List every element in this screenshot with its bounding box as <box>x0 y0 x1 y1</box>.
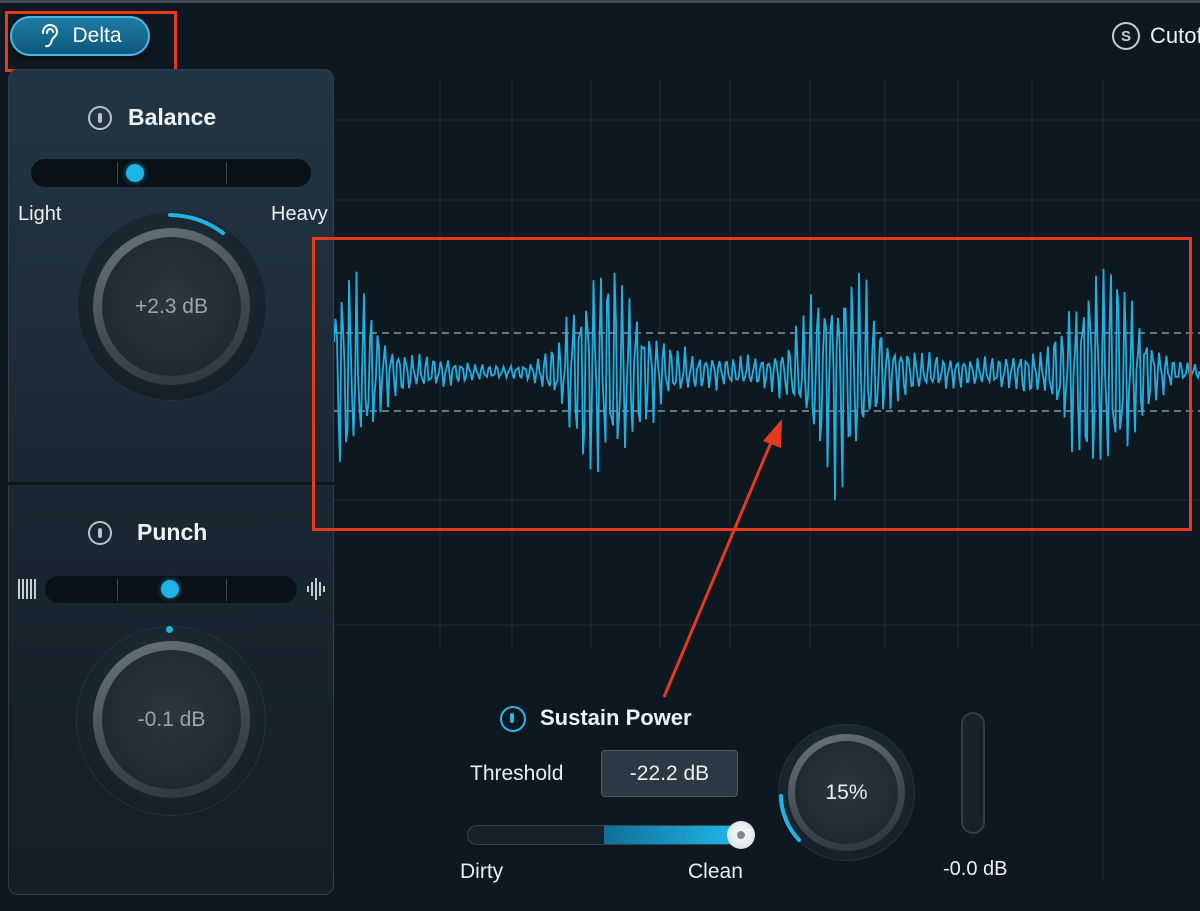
threshold-value: -22.2 dB <box>629 761 710 785</box>
mix-knob-value: 15% <box>825 780 868 804</box>
dirty-clean-slider-handle[interactable] <box>727 821 755 849</box>
dirty-label: Dirty <box>460 860 504 883</box>
dirty-clean-slider-fill <box>604 826 741 844</box>
threshold-label: Threshold <box>470 762 564 785</box>
annotation-arrow <box>662 419 782 698</box>
output-meter-value: -0.0 dB <box>943 858 1008 880</box>
sustain-power-icon[interactable] <box>500 706 526 732</box>
sustain-power-title: Sustain Power <box>540 705 692 730</box>
threshold-value-field[interactable]: -22.2 dB <box>601 750 738 797</box>
output-meter <box>961 712 985 834</box>
mix-knob[interactable]: 15% <box>795 741 898 844</box>
clean-label: Clean <box>688 860 743 883</box>
